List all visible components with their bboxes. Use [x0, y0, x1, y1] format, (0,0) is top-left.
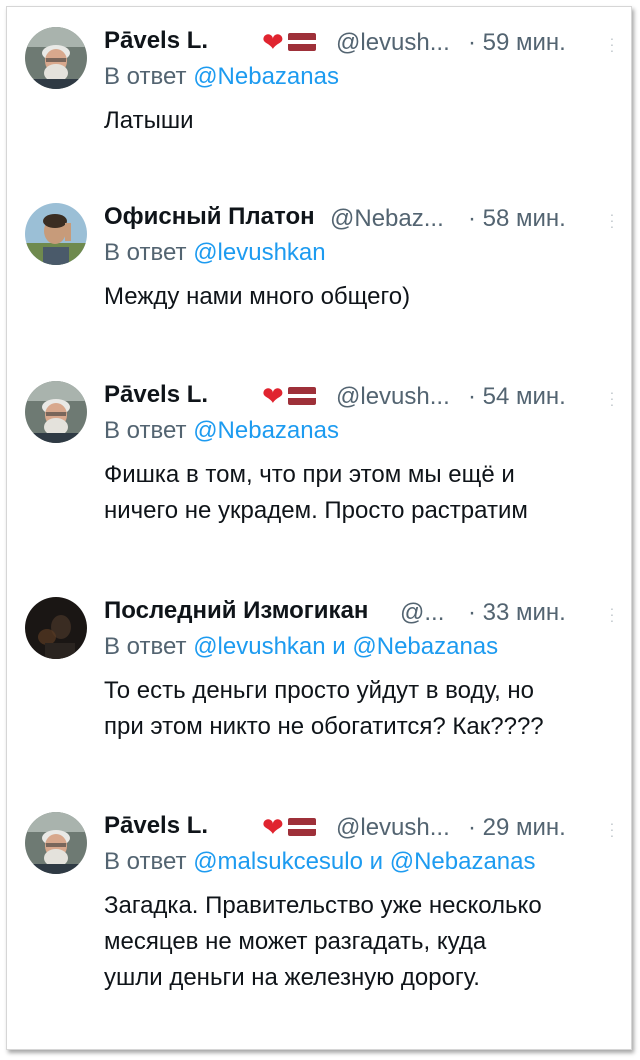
reply-prefix: В ответ — [104, 633, 187, 660]
more-options-icon[interactable]: · · · — [603, 601, 621, 627]
more-options-icon[interactable]: · · · — [603, 31, 621, 57]
mention-link[interactable]: @Nebazanas — [352, 633, 498, 660]
latvia-flag-icon — [287, 33, 316, 51]
reply-prefix: В ответ — [104, 417, 187, 444]
display-name[interactable]: Pāvels L. — [104, 812, 208, 840]
tweet-text-line: Фишка в том, что при этом мы ещё и — [104, 461, 515, 488]
avatar[interactable] — [25, 381, 87, 443]
tweet-text: Загадка. Правительство уже несколько мес… — [104, 888, 621, 996]
reply-context: В ответ @levushkan — [104, 239, 621, 273]
more-options-icon[interactable]: · · · — [603, 207, 621, 233]
display-name[interactable]: Офисный Платон — [104, 203, 315, 231]
tweet-text-line: Загадка. Правительство уже несколько — [104, 892, 542, 919]
bearded-man-avatar — [25, 381, 87, 443]
more-options-icon[interactable]: · · · — [603, 816, 621, 842]
avatar[interactable] — [25, 597, 87, 659]
heart-flag-emoji: ❤ — [262, 383, 316, 409]
reply-prefix: В ответ — [104, 63, 187, 90]
reply-context: В ответ @Nebazanas — [104, 417, 621, 451]
man-outdoor-avatar — [25, 203, 87, 265]
tweet-text: Фишка в том, что при этом мы ещё и ничег… — [104, 457, 621, 529]
reply-context: В ответ @malsukcesulo и @Nebazanas — [104, 848, 621, 882]
tweet-text-line: ничего не украдем. Просто растратим — [104, 497, 528, 524]
tweet-text-line: ушли деньги на железную дорогу. — [104, 964, 480, 991]
timestamp[interactable]: · 29 мин. — [468, 814, 566, 842]
reply-prefix: В ответ — [104, 848, 187, 875]
heart-icon: ❤ — [262, 27, 284, 57]
latvia-flag-icon — [287, 387, 316, 405]
timestamp[interactable]: · 54 мин. — [468, 383, 566, 411]
latvia-flag-icon — [287, 818, 316, 836]
reply-context: В ответ @Nebazanas — [104, 63, 621, 97]
reply-conjunction: и — [369, 848, 384, 875]
tweet-text: Между нами много общего) — [104, 279, 621, 315]
tweet-text-line: Между нами много общего) — [104, 283, 411, 310]
display-name[interactable]: Pāvels L. — [104, 27, 208, 55]
bearded-man-avatar — [25, 812, 87, 874]
timestamp[interactable]: · 58 мин. — [468, 205, 566, 233]
user-handle[interactable]: @Nebaz... — [330, 205, 444, 233]
heart-icon: ❤ — [262, 812, 284, 842]
heart-icon: ❤ — [262, 381, 284, 411]
mention-link[interactable]: @levushkan — [193, 239, 325, 266]
screenshot-frame: Pāvels L. ❤ @levush... · 59 мин. · · · В о… — [6, 6, 632, 1050]
display-name[interactable]: Последний Измогикан — [104, 597, 368, 625]
user-handle[interactable]: @levush... — [336, 383, 450, 411]
reply-context: В ответ @levushkan и @Nebazanas — [104, 633, 621, 667]
timestamp[interactable]: · 59 мин. — [468, 29, 566, 57]
timestamp[interactable]: · 33 мин. — [468, 599, 566, 627]
heart-flag-emoji: ❤ — [262, 814, 316, 840]
avatar[interactable] — [25, 203, 87, 265]
mention-link[interactable]: @Nebazanas — [390, 848, 536, 875]
tweet-text-line: месяцев не может разгадать, куда — [104, 928, 487, 955]
display-name[interactable]: Pāvels L. — [104, 381, 208, 409]
mention-link[interactable]: @levushkan — [193, 633, 325, 660]
user-handle[interactable]: @levush... — [336, 29, 450, 57]
mention-link[interactable]: @Nebazanas — [193, 63, 339, 90]
avatar[interactable] — [25, 812, 87, 874]
user-handle[interactable]: @levush... — [336, 814, 450, 842]
tweet-text-line: Латыши — [104, 107, 194, 134]
bearded-man-avatar — [25, 27, 87, 89]
tweet-text-line: при этом никто не обогатится? Как???? — [104, 713, 544, 740]
reply-conjunction: и — [332, 633, 346, 660]
mention-link[interactable]: @malsukcesulo — [193, 848, 363, 875]
tweet-text: То есть деньги просто уйдут в воду, но п… — [104, 673, 621, 745]
heart-flag-emoji: ❤ — [262, 29, 316, 55]
dark-portrait-avatar — [25, 597, 87, 659]
reply-prefix: В ответ — [104, 239, 187, 266]
more-options-icon[interactable]: · · · — [603, 385, 621, 411]
tweet-text-line: То есть деньги просто уйдут в воду, но — [104, 677, 535, 704]
avatar[interactable] — [25, 27, 87, 89]
tweet-text: Латыши — [104, 103, 621, 139]
user-handle[interactable]: @... — [400, 599, 444, 627]
mention-link[interactable]: @Nebazanas — [193, 417, 339, 444]
